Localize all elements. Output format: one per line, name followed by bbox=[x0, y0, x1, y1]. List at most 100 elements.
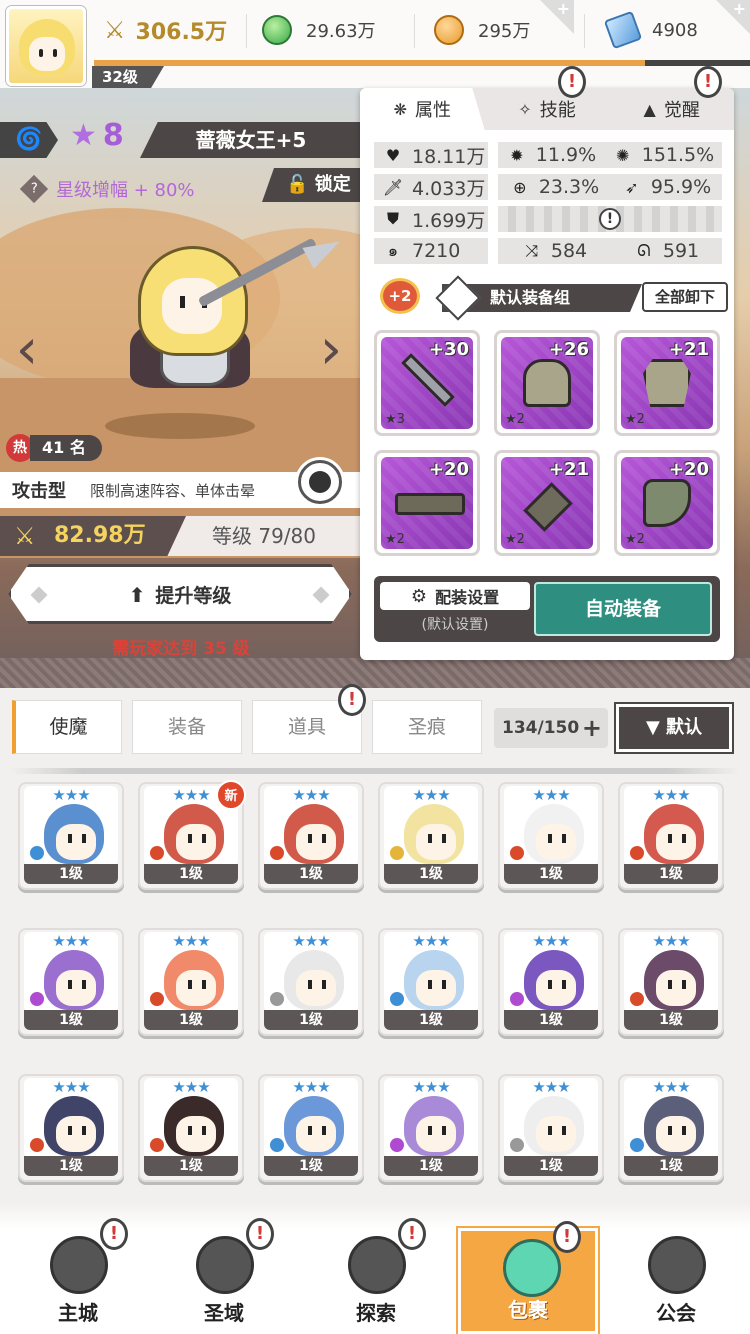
awaken-icon: ▲ bbox=[643, 99, 656, 119]
familiar-card[interactable]: ★★★ 1级 bbox=[618, 928, 724, 1036]
loadout-settings-button[interactable]: ⚙ 配装设置 bbox=[380, 582, 530, 610]
player-level-tag: 32级 bbox=[92, 66, 164, 88]
familiar-card[interactable]: ★★★ 1级 bbox=[138, 928, 244, 1036]
nav-guild[interactable]: 公会 bbox=[606, 1228, 746, 1334]
familiar-card[interactable]: ★★★ 1级 bbox=[378, 1074, 484, 1182]
swap-set-icon[interactable] bbox=[435, 275, 481, 321]
add-coins-button[interactable]: + bbox=[540, 0, 574, 34]
familiar-eye bbox=[188, 834, 192, 843]
familiar-card[interactable]: ★★★ 1级 bbox=[258, 928, 364, 1036]
hero-power-row: ⚔ 82.98万 等级 79/80 bbox=[0, 516, 362, 556]
add-crystals-button[interactable]: + bbox=[716, 0, 750, 34]
equip-slot-armor[interactable]: +21 ★2 bbox=[614, 330, 720, 436]
switch-hero-button[interactable] bbox=[298, 460, 342, 504]
auto-equip-button[interactable]: 自动装备 bbox=[534, 582, 712, 636]
familiar-card[interactable]: ★★★ 1级 bbox=[18, 928, 124, 1036]
familiar-eye bbox=[202, 1126, 206, 1135]
dark-element-icon bbox=[388, 1136, 406, 1154]
familiar-card[interactable]: ★★★ 1级 bbox=[498, 928, 604, 1036]
nav-castle[interactable]: 主城! bbox=[8, 1218, 148, 1334]
castle-icon bbox=[50, 1236, 108, 1294]
familiar-card[interactable]: ★★★ 1级 bbox=[138, 1074, 244, 1182]
familiar-card[interactable]: ★★★ 1级 bbox=[378, 928, 484, 1036]
stat-res-pair: ⤨ 584 ᘏ 591 bbox=[498, 238, 722, 264]
familiar-card[interactable]: ★★★ 1级新 bbox=[138, 780, 246, 890]
tab-attributes[interactable]: ❋ 属性 bbox=[360, 88, 485, 130]
familiar-eye bbox=[322, 834, 326, 843]
player-avatar[interactable] bbox=[6, 6, 86, 86]
hero-type-desc: 限制高速阵容、单体击晕 bbox=[90, 481, 256, 500]
familiar-eye bbox=[428, 834, 432, 843]
familiar-card[interactable]: ★★★ 1级 bbox=[258, 782, 364, 890]
pattern-strip bbox=[0, 658, 750, 688]
familiar-card[interactable]: ★★★ 1级 bbox=[618, 782, 724, 890]
equip-slot-weapon[interactable]: +30 ★3 bbox=[374, 330, 480, 436]
equip-slot-boots[interactable]: +20 ★2 bbox=[614, 450, 720, 556]
tab-familiars[interactable]: 使魔 bbox=[12, 700, 122, 754]
hero-level: 等级 79/80 bbox=[166, 516, 362, 556]
star-count-value: 8 bbox=[102, 118, 124, 153]
equip-level: +20 bbox=[428, 459, 469, 480]
locked-stat-strip[interactable]: ! bbox=[498, 206, 722, 232]
level-up-button[interactable]: ⬆ 提升等级 bbox=[8, 564, 352, 624]
familiar-portrait: ★★★ bbox=[504, 1078, 598, 1158]
familiar-portrait: ★★★ bbox=[624, 1078, 718, 1158]
nav-sword-in-stone[interactable]: 探索! bbox=[306, 1218, 446, 1334]
tab-skills[interactable]: ✧ 技能 bbox=[485, 88, 610, 130]
stat-defense: ⛊ 1.699万 bbox=[374, 206, 488, 232]
familiar-card[interactable]: ★★★ 1级 bbox=[498, 1074, 604, 1182]
familiar-portrait: ★★★ bbox=[504, 786, 598, 866]
bag-icon bbox=[503, 1239, 561, 1297]
familiar-level: 1级 bbox=[24, 1156, 118, 1176]
popularity-rank[interactable]: 热 41 名 bbox=[6, 434, 102, 462]
crystal-value: 4908 bbox=[652, 19, 698, 41]
equip-level: +26 bbox=[548, 339, 589, 360]
star-rating: ★★★ bbox=[412, 932, 450, 950]
lock-button[interactable]: 🔓 锁定 bbox=[262, 168, 362, 202]
equip-slot-helmet[interactable]: +26 ★2 bbox=[494, 330, 600, 436]
equip-slot-amulet[interactable]: +21 ★2 bbox=[494, 450, 600, 556]
familiar-eye bbox=[322, 980, 326, 989]
star-rating: ★★★ bbox=[292, 932, 330, 950]
familiar-card[interactable]: ★★★ 1级 bbox=[18, 782, 124, 890]
swirl-icon: ๑ bbox=[387, 240, 399, 260]
stat-value: 23.3% bbox=[538, 176, 600, 198]
next-hero-arrow-icon[interactable]: › bbox=[316, 320, 346, 380]
tab-equipment[interactable]: 装备 bbox=[132, 700, 242, 754]
equip-level: +20 bbox=[668, 459, 709, 480]
familiar-card[interactable]: ★★★ 1级 bbox=[498, 782, 604, 890]
equip-bonus-badge[interactable]: +2 bbox=[380, 278, 420, 314]
familiar-level: 1级 bbox=[264, 1156, 358, 1176]
familiar-face bbox=[56, 970, 96, 1006]
star-boost[interactable]: ? 星级增幅 + 80% bbox=[19, 174, 195, 204]
prev-hero-arrow-icon[interactable]: ‹ bbox=[12, 320, 42, 380]
equip-slot-belt[interactable]: +20 ★2 bbox=[374, 450, 480, 556]
stat-value: 591 bbox=[662, 240, 700, 262]
inventory-capacity[interactable]: 134/150 + bbox=[494, 708, 608, 748]
familiar-portrait: ★★★ bbox=[264, 932, 358, 1012]
unequip-all-button[interactable]: 全部卸下 bbox=[642, 282, 728, 312]
hero-detail-panel: ❋ 属性 ✧ 技能 ▲ 觉醒 ! ! ♥ 18.11万 ✹ 11.9% ✺ 151.5% 🗡… bbox=[360, 66, 734, 660]
sword-in-stone-icon bbox=[348, 1236, 406, 1294]
nav-vortex[interactable]: 圣域! bbox=[154, 1218, 294, 1334]
familiar-eye bbox=[682, 980, 686, 989]
crit-damage-icon: ✺ bbox=[616, 145, 630, 165]
tab-stigmata[interactable]: 圣痕 bbox=[372, 700, 482, 754]
wind-element-icon bbox=[508, 1136, 526, 1154]
switch-icon bbox=[309, 471, 331, 493]
familiar-level: 1级 bbox=[24, 1010, 118, 1030]
familiar-card[interactable]: ★★★ 1级 bbox=[618, 1074, 724, 1182]
familiar-card[interactable]: ★★★ 1级 bbox=[378, 782, 484, 890]
help-icon[interactable]: ? bbox=[19, 174, 49, 204]
familiar-eye bbox=[442, 1126, 446, 1135]
gem-value: 29.63万 bbox=[306, 21, 376, 42]
nav-label: 包裹 bbox=[508, 1298, 548, 1322]
familiar-card[interactable]: ★★★ 1级 bbox=[258, 1074, 364, 1182]
nav-bag[interactable]: 包裹! bbox=[458, 1221, 598, 1334]
fire-element-icon bbox=[628, 844, 646, 862]
sort-dropdown[interactable]: ▼ 默认 bbox=[616, 704, 732, 752]
nav-label: 公会 bbox=[656, 1301, 696, 1325]
star-rating: ★★★ bbox=[52, 786, 90, 804]
familiar-card[interactable]: ★★★ 1级 bbox=[18, 1074, 124, 1182]
star-rating: ★★★ bbox=[652, 932, 690, 950]
